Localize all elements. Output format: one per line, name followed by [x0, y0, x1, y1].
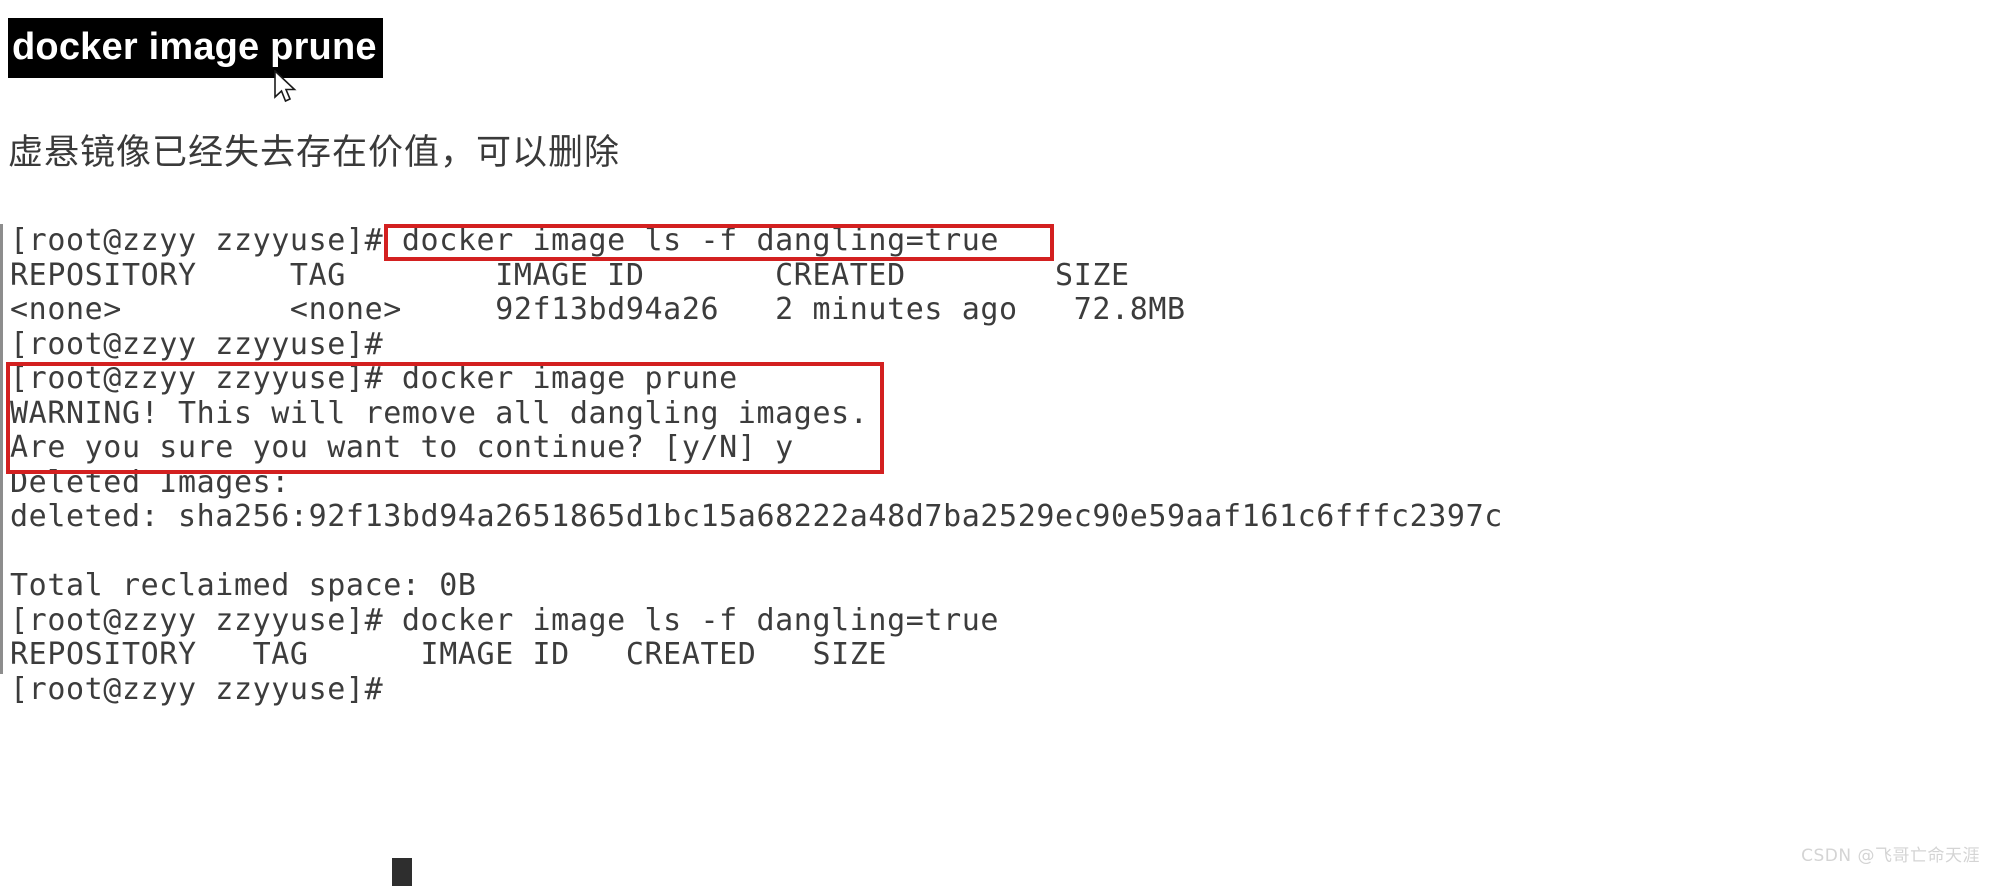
terminal-output[interactable]: [root@zzyy zzyyuse]# docker image ls -f … — [10, 223, 1950, 707]
terminal-line: Total reclaimed space: 0B — [10, 568, 477, 603]
terminal-left-border — [0, 224, 3, 674]
terminal-line: Deleted Images: — [10, 464, 290, 500]
terminal-line: [root@zzyy zzyyuse]# docker image ls -f … — [10, 223, 1000, 258]
terminal-line: REPOSITORY TAG IMAGE ID CREATED SIZE — [10, 637, 888, 672]
terminal-line: [root@zzyy zzyyuse]# docker image ls -f … — [10, 602, 1000, 638]
terminal-line: WARNING! This will remove all dangling i… — [10, 395, 869, 431]
page-title[interactable]: docker image prune — [8, 18, 383, 79]
terminal-line: [root@zzyy zzyyuse]# docker image prune — [10, 361, 738, 396]
terminal-block-cursor — [392, 858, 412, 886]
terminal-line: <none> <none> 92f13bd94a26 2 minutes ago… — [10, 292, 1186, 327]
terminal-line: deleted: sha256:92f13bd94a2651865d1bc15a… — [10, 499, 1503, 534]
terminal-line: Are you sure you want to continue? [y/N]… — [10, 430, 794, 465]
terminal-line: REPOSITORY TAG IMAGE ID CREATED SIZE — [10, 257, 1130, 293]
page-title-wrapper: docker image prune — [8, 18, 383, 79]
caption-text: 虚悬镜像已经失去存在价值，可以删除 — [8, 133, 621, 173]
terminal-line: [root@zzyy zzyyuse]# — [10, 326, 384, 362]
csdn-watermark: CSDN @飞哥亡命天涯 — [1801, 846, 1980, 866]
terminal-line: [root@zzyy zzyyuse]# — [10, 671, 384, 707]
